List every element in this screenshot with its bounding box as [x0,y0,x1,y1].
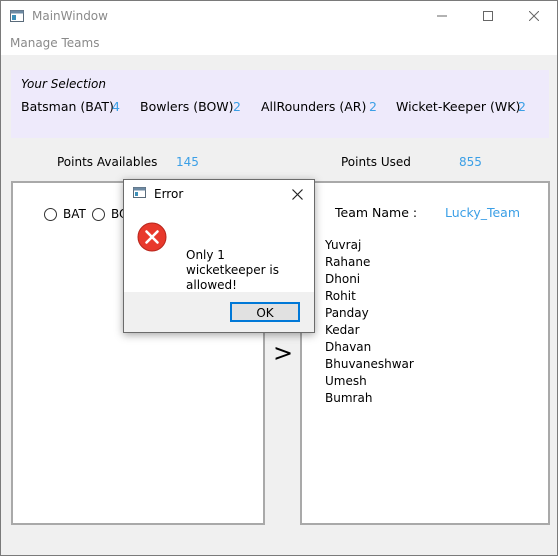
list-item[interactable]: Umesh [325,373,414,390]
menu-manage-teams[interactable]: Manage Teams [10,36,99,50]
window-app-icon [10,10,24,22]
selection-heading: Your Selection [21,77,107,91]
dialog-title: Error [154,187,184,201]
list-item[interactable]: Dhavan [325,339,414,356]
list-item[interactable]: Rohit [325,288,414,305]
close-button[interactable] [511,1,557,31]
menu-bar: Manage Teams [1,31,557,55]
team-name-label: Team Name : [335,205,418,220]
list-item[interactable]: Rahane [325,254,414,271]
dialog-close-button[interactable] [288,185,306,203]
list-item[interactable]: Yuvraj [325,237,414,254]
points-available-label: Points Availables [57,155,158,169]
radio-bat-label: BAT [63,207,86,221]
list-item[interactable]: Bhuvaneshwar [325,356,414,373]
dialog-footer: OK [124,292,314,332]
radio-bat[interactable]: BAT [44,207,86,221]
bowlers-count: 2 [233,99,241,114]
close-icon [291,188,303,200]
points-used-label: Points Used [341,155,411,169]
error-dialog: Error Only 1 wicketkeeper is allowed! OK [123,179,315,333]
allrounders-label: AllRounders (AR) [261,99,367,114]
wicketkeeper-count: 2 [518,99,526,114]
points-available-value: 145 [176,155,199,169]
dialog-message: Only 1 wicketkeeper is allowed! [186,248,279,292]
minimize-icon [437,15,447,17]
batsman-label: Batsman (BAT) [21,99,114,114]
maximize-icon [483,11,493,21]
radio-bowl-circle[interactable] [92,207,105,221]
dialog-title-bar[interactable]: Error [124,180,314,208]
maximize-button[interactable] [465,1,511,31]
ok-button[interactable]: OK [230,302,300,322]
list-item[interactable]: Dhoni [325,271,414,288]
minimize-button[interactable] [419,1,465,31]
list-item[interactable]: Panday [325,305,414,322]
team-name-value: Lucky_Team [445,205,521,220]
dialog-app-icon [133,187,146,198]
transfer-button[interactable]: > [273,339,293,367]
main-window: MainWindow Manage Teams Your Selection B… [0,0,558,556]
error-icon [137,222,167,252]
title-bar[interactable]: MainWindow [1,1,557,31]
wicketkeeper-label: Wicket-Keeper (WK) [396,99,521,114]
radio-bat-circle[interactable] [44,207,57,221]
batsman-count: 4 [112,99,120,114]
points-used-value: 855 [459,155,482,169]
window-title: MainWindow [32,9,108,23]
team-player-list: Yuvraj Rahane Dhoni Rohit Panday Kedar D… [325,237,414,407]
list-item[interactable]: Bumrah [325,390,414,407]
close-icon [529,11,539,21]
bowlers-label: Bowlers (BOW) [140,99,234,114]
list-item[interactable]: Kedar [325,322,414,339]
allrounders-count: 2 [369,99,377,114]
